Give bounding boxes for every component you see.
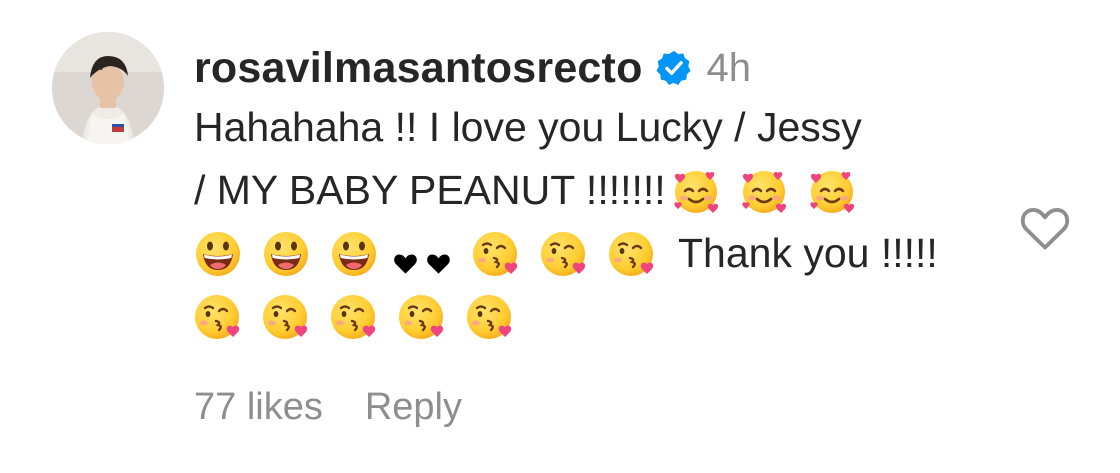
verified-badge-icon — [655, 49, 693, 87]
comment-footer: 77 likes Reply — [194, 386, 462, 429]
username-link[interactable]: rosavilmasantosrecto — [194, 44, 643, 93]
comment-text-line-3: Thank you !!!!! — [194, 222, 1014, 285]
face-blowing-kiss-emoji-icon — [608, 230, 656, 278]
black-heart-emoji-icon — [425, 240, 452, 267]
comment-text: / MY BABY PEANUT !!!!!!! — [194, 167, 666, 213]
likes-count[interactable]: 77 likes — [194, 386, 323, 429]
comment-body: rosavilmasantosrecto 4h Hahahaha !! I lo… — [194, 40, 1014, 348]
comment-header: rosavilmasantosrecto 4h — [194, 40, 1014, 96]
black-heart-emoji-icon — [392, 240, 419, 267]
reply-button[interactable]: Reply — [365, 386, 462, 429]
grinning-face-emoji-icon — [330, 230, 378, 278]
avatar[interactable] — [52, 32, 164, 144]
face-blowing-kiss-emoji-icon — [472, 230, 520, 278]
comment-text-line-1: Hahahaha !! I love you Lucky / Jessy — [194, 96, 1014, 159]
comment: rosavilmasantosrecto 4h Hahahaha !! I lo… — [0, 0, 1120, 473]
comment-text-line-2: / MY BABY PEANUT !!!!!!! — [194, 159, 1014, 222]
face-blowing-kiss-emoji-icon — [466, 293, 514, 341]
smiling-face-with-hearts-emoji-icon — [740, 167, 788, 215]
face-blowing-kiss-emoji-icon — [540, 230, 588, 278]
heart-outline-icon[interactable] — [1016, 198, 1074, 256]
comment-text-line-4 — [194, 285, 1014, 348]
comment-timestamp[interactable]: 4h — [707, 46, 752, 91]
face-blowing-kiss-emoji-icon — [398, 293, 446, 341]
face-blowing-kiss-emoji-icon — [194, 293, 242, 341]
smiling-face-with-hearts-emoji-icon — [672, 167, 720, 215]
comment-text: Hahahaha !! I love you Lucky / Jessy — [194, 104, 862, 150]
face-blowing-kiss-emoji-icon — [262, 293, 310, 341]
face-blowing-kiss-emoji-icon — [330, 293, 378, 341]
smiling-face-with-hearts-emoji-icon — [808, 167, 856, 215]
grinning-face-emoji-icon — [262, 230, 310, 278]
comment-text: Thank you !!!!! — [678, 230, 938, 276]
grinning-face-emoji-icon — [194, 230, 242, 278]
